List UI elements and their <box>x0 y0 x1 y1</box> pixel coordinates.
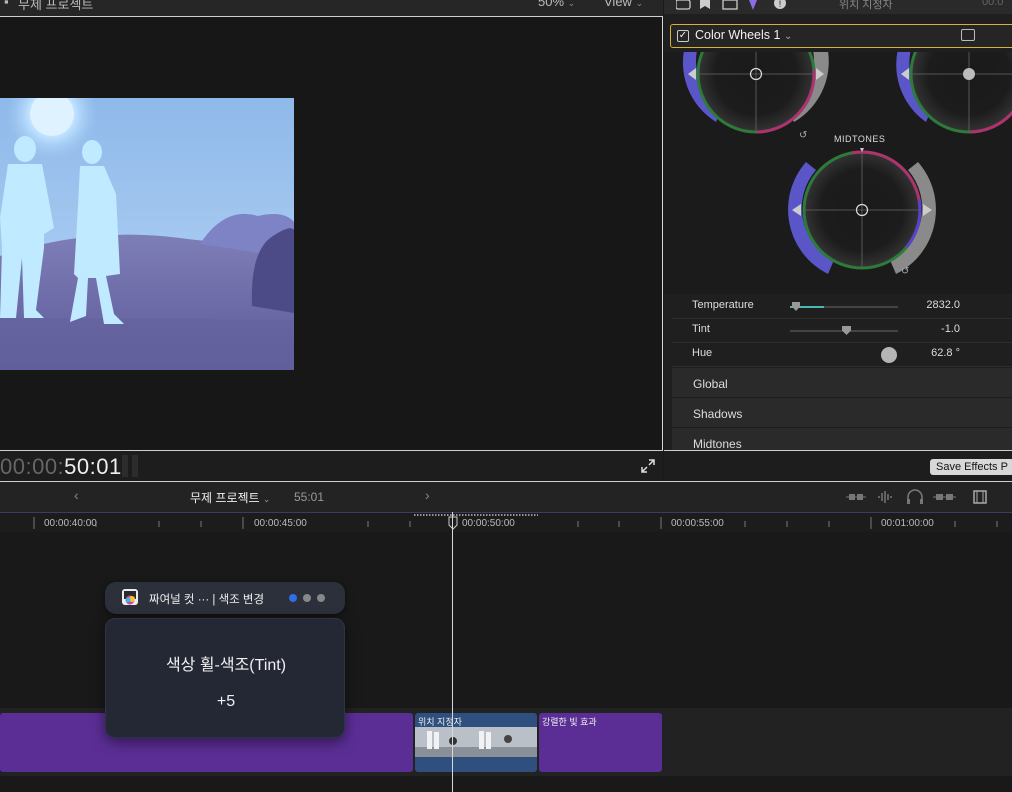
notification-value: +5 <box>216 693 236 710</box>
tint-slider-thumb[interactable] <box>842 326 851 335</box>
video-preview[interactable] <box>0 98 294 370</box>
effect-name: Color Wheels 1 <box>695 28 781 42</box>
clip-icon: ▪ <box>4 0 9 9</box>
expand-icon <box>641 459 655 473</box>
viewer-panel: ▪ 무제 프로젝트 50% ⌄ View ⌄ 00:00:50:01 <box>0 0 663 480</box>
section-midtones[interactable]: Midtones <box>672 428 1012 450</box>
hue-dial[interactable] <box>881 347 897 363</box>
effect-selector[interactable]: Color Wheels 1 ⌄ <box>695 28 792 42</box>
hue-value[interactable]: 62.8 ° <box>912 347 960 359</box>
timeline-project-menu[interactable]: 무제 프로젝트 ⌄ <box>190 489 270 506</box>
chevron-down-icon: ⌄ <box>262 494 271 504</box>
snapping-icon[interactable] <box>933 494 956 500</box>
timecode-dim: 00:00: <box>0 454 65 479</box>
ruler-label: 00:01:00:00 <box>881 518 934 529</box>
ruler-label: 00:00:40:00 <box>44 518 97 529</box>
save-effects-preset-button[interactable]: Save Effects P <box>930 459 1012 475</box>
effect-enable-checkbox[interactable]: ✓ <box>677 30 689 42</box>
video-inspector-icon[interactable] <box>676 0 691 10</box>
inspector-toolbar: ! 위치 지정자 00:0 <box>664 0 1012 14</box>
inspector-footer: Save Effects P <box>664 450 1012 480</box>
timeline-back-button[interactable]: ‹ <box>74 487 79 503</box>
hue-slider-row: Hue 62.8 ° <box>672 343 1012 367</box>
viewer-project-title: 무제 프로젝트 <box>18 0 94 12</box>
chevron-down-icon: ⌄ <box>635 0 644 8</box>
temperature-slider-thumb[interactable] <box>792 302 800 311</box>
section-global[interactable]: Global <box>672 368 1012 398</box>
mask-icon[interactable] <box>961 29 975 41</box>
timeline-clip-effect[interactable]: 강렬한 빛 효과 <box>539 713 662 772</box>
inspector-panel: ! 위치 지정자 00:0 ✓ Color Wheels 1 ⌄ ↺ ↺ MID… <box>664 0 1012 480</box>
svg-text:!: ! <box>779 0 782 9</box>
temperature-slider[interactable] <box>790 302 898 311</box>
notification-card: 색상 휠-색조(Tint) +5 <box>105 618 345 738</box>
color-wheels-area: ↺ ↺ MIDTONES <box>664 52 1012 294</box>
notification-header[interactable]: 짜여널 컷 ··· | 색조 변경 <box>105 582 345 614</box>
reset-icon[interactable]: ↺ <box>901 266 909 277</box>
audio-meter <box>122 455 140 477</box>
clip-appearance-icon[interactable] <box>846 494 866 500</box>
temperature-value[interactable]: 2832.0 <box>912 299 960 311</box>
timeline-toolbar: ‹ 무제 프로젝트 ⌄ 55:01 › <box>0 481 1012 512</box>
playhead[interactable] <box>452 512 453 792</box>
clip-label: 강렬한 빛 효과 <box>542 717 597 727</box>
notification-parameter: 색상 휠-색조(Tint) <box>165 657 287 674</box>
timeline-ruler[interactable]: 00:00:40:00 00:00:45:00 00:00:50:00 00:0… <box>0 512 1012 532</box>
reset-icon[interactable]: ↺ <box>799 130 807 141</box>
timeline-project-name: 무제 프로젝트 <box>190 491 260 505</box>
help-icon[interactable]: ! <box>774 0 786 9</box>
filmstrip-icon[interactable] <box>973 490 987 504</box>
zoom-menu[interactable]: 50% ⌄ <box>538 0 575 9</box>
zoom-value: 50% <box>538 0 565 9</box>
section-shadows[interactable]: Shadows <box>672 398 1012 428</box>
status-dot-active <box>289 594 297 602</box>
midtones-color-wheel[interactable]: ↺ <box>788 143 936 277</box>
ruler-label: 00:00:55:00 <box>671 518 724 529</box>
status-dot <box>317 594 325 602</box>
view-menu-label: View <box>604 0 632 9</box>
clip-thumbnail <box>415 727 537 757</box>
timeline-forward-button[interactable]: › <box>425 487 430 503</box>
highlights-color-wheel[interactable] <box>896 52 1012 134</box>
ruler-label: 00:00:50:00 <box>462 518 515 529</box>
color-inspector-icon[interactable] <box>749 0 757 10</box>
headphones-icon[interactable] <box>907 489 923 504</box>
chevron-down-icon: ⌄ <box>567 0 576 8</box>
chevron-down-icon: ⌄ <box>783 31 793 42</box>
temperature-label: Temperature <box>692 299 754 311</box>
view-menu[interactable]: View ⌄ <box>604 0 643 9</box>
inspector-timecode: 00:0 <box>982 0 1004 8</box>
status-dot <box>303 594 311 602</box>
audio-skimming-icon[interactable] <box>878 491 892 503</box>
shadows-color-wheel[interactable]: ↺ <box>682 52 829 141</box>
timecode-bar: 00:00:50:01 <box>0 450 663 480</box>
color-sections-list: Global Shadows Midtones <box>672 368 1012 450</box>
tint-slider[interactable] <box>790 326 898 335</box>
viewer-toolbar: ▪ 무제 프로젝트 50% ⌄ View ⌄ <box>0 0 663 17</box>
temperature-slider-row: Temperature 2832.0 <box>672 295 1012 319</box>
hue-label: Hue <box>692 347 713 359</box>
timecode-main: 50:01 <box>64 454 122 479</box>
color-wheels-header[interactable]: ✓ Color Wheels 1 ⌄ <box>670 24 1012 48</box>
timeline-clip-placeholder[interactable]: 위치 지정자 <box>415 713 537 772</box>
tint-slider-row: Tint -1.0 <box>672 319 1012 343</box>
ruler-label: 00:00:45:00 <box>254 518 307 529</box>
fullscreen-button[interactable] <box>639 457 657 475</box>
film-inspector-icon[interactable] <box>722 0 738 10</box>
inspector-title: 위치 지정자 <box>839 0 893 11</box>
timeline-duration: 55:01 <box>294 490 325 504</box>
tint-label: Tint <box>692 323 710 335</box>
timecode-display[interactable]: 00:00:50:01 <box>0 454 122 480</box>
tint-value[interactable]: -1.0 <box>912 323 960 335</box>
final-cut-app-icon <box>122 589 138 605</box>
midtones-label: MIDTONES <box>834 134 886 144</box>
info-inspector-icon[interactable] <box>700 0 710 9</box>
notification-title: 짜여널 컷 ··· | 색조 변경 <box>149 594 265 606</box>
